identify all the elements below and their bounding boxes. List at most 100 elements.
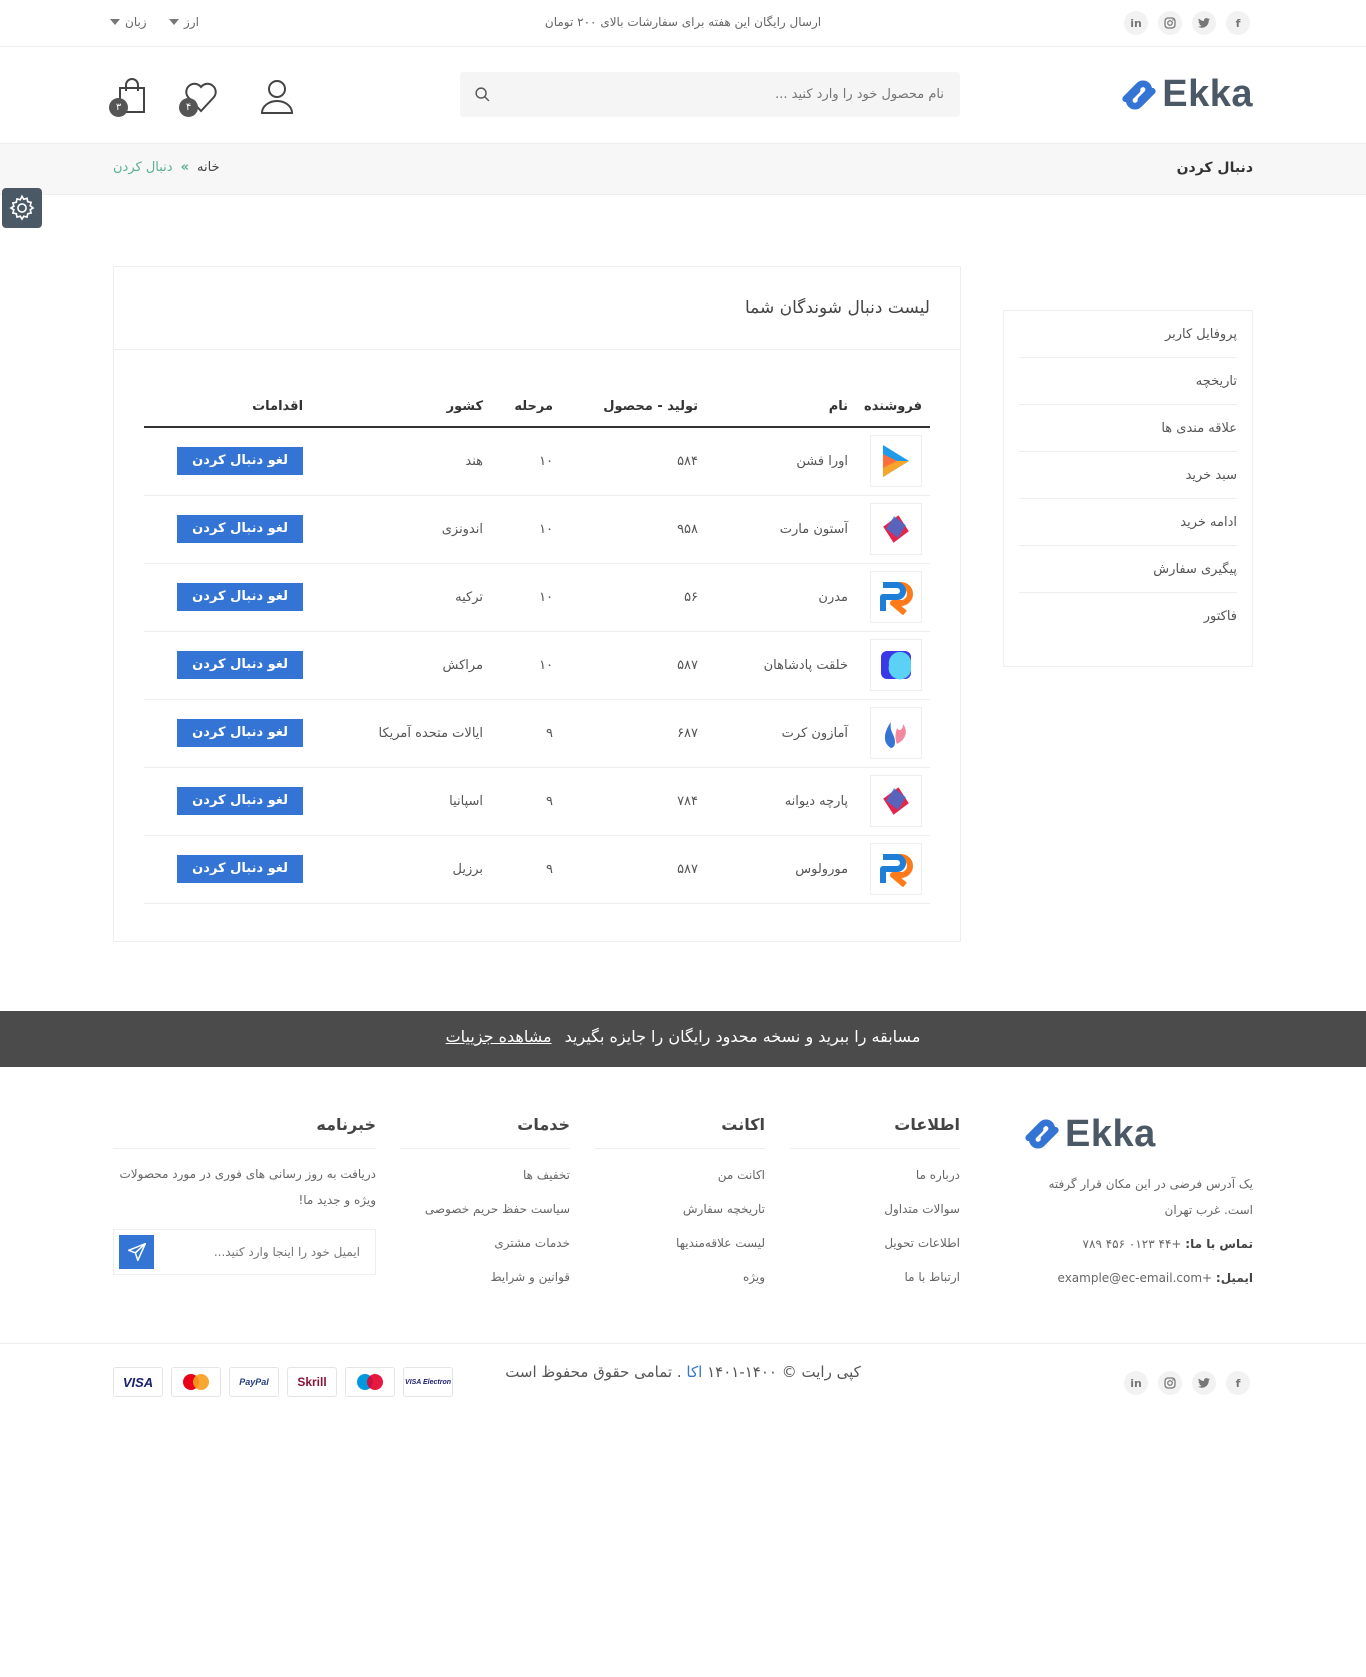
footer-link-terms[interactable]: قوانین و شرایط — [400, 1260, 570, 1294]
top-bar: f in ارسال رایگان این هفته برای سفارشات … — [0, 0, 1366, 47]
vendor-products: ۵۸۷ — [561, 631, 707, 700]
banner-text-wrap: مسابقه را ببرید و نسخه محدود رایگان را ج… — [0, 1027, 1366, 1046]
footer-social-links: f in — [1124, 1371, 1250, 1395]
footer-email: ایمیل: +example@ec-email.com — [1023, 1265, 1253, 1291]
phone-label: تماس با ما: — [1185, 1237, 1253, 1251]
vendor-play-logo-icon[interactable] — [870, 435, 922, 488]
footer-address: یک آدرس فرضی در این مکان قرار گرفته است.… — [1048, 1177, 1253, 1217]
sidebar-item-checkout[interactable]: ادامه خرید — [1019, 499, 1237, 546]
sidebar-item-wishlist[interactable]: علاقه مندی ها — [1019, 405, 1237, 452]
table-row: مدرن ۵۶ ۱۰ ترکیه لغو دنبال کردن — [144, 563, 930, 632]
vendor-logo-cell — [856, 835, 930, 904]
footer-link-faq[interactable]: سوالات متداول — [790, 1192, 960, 1226]
footer-link-contact[interactable]: ارتباط با ما — [790, 1260, 960, 1294]
phone-value: +۴۴ ۰۱۲۳ ۴۵۶ ۷۸۹ — [1082, 1237, 1182, 1251]
banner-details-link[interactable]: مشاهده جزییات — [446, 1027, 552, 1046]
copyright-brand-link[interactable]: اکا — [686, 1363, 702, 1381]
footer-services-title: خدمات — [400, 1115, 570, 1149]
vendor-country: برزیل — [311, 835, 492, 904]
cart-bag-icon[interactable]: ۳ — [109, 75, 152, 117]
vendor-logo-cell — [856, 563, 930, 632]
newsletter-email-input[interactable] — [160, 1230, 360, 1274]
search-bar — [460, 72, 960, 117]
vendor-actions: لغو دنبال کردن — [144, 427, 312, 496]
footer-link-my-account[interactable]: اکانت من — [595, 1158, 765, 1192]
footer-link-discounts[interactable]: تخفیف ها — [400, 1158, 570, 1192]
vendor-name[interactable]: پارچه دیوانه — [706, 767, 857, 836]
vendor-name[interactable]: آمازون کرت — [706, 699, 857, 768]
user-account-icon[interactable] — [256, 75, 298, 117]
footer-info-title: اطلاعات — [790, 1115, 960, 1149]
footer-link-delivery[interactable]: اطلاعات تحویل — [790, 1226, 960, 1260]
col-vendor: فروشنده — [856, 387, 930, 428]
unfollow-button[interactable]: لغو دنبال کردن — [177, 787, 304, 815]
breadcrumb: خانه » دنبال کردن — [113, 160, 220, 175]
vendor-flame-logo-icon[interactable] — [870, 707, 922, 759]
sidebar-item-profile[interactable]: پروفایل کاربر — [1019, 311, 1237, 358]
currency-label: ارز — [184, 15, 199, 29]
vendor-actions: لغو دنبال کردن — [144, 563, 312, 632]
footer-logo[interactable]: Ekka — [1023, 1115, 1253, 1153]
settings-gear-icon[interactable] — [2, 188, 42, 228]
language-select[interactable]: زبان — [110, 15, 147, 29]
wishlist-heart-icon[interactable]: ۴ — [179, 75, 222, 117]
send-paper-plane-icon[interactable] — [119, 1235, 154, 1269]
facebook-icon[interactable]: f — [1226, 1371, 1250, 1395]
vendor-products: ۵۸۴ — [561, 427, 707, 496]
vendor-level: ۱۰ — [491, 495, 562, 564]
visa-icon: VISA — [113, 1367, 163, 1397]
vendor-diamond-logo-icon[interactable] — [870, 775, 922, 827]
vendor-name[interactable]: آستون مارت — [706, 495, 857, 564]
unfollow-button[interactable]: لغو دنبال کردن — [177, 855, 304, 883]
sidebar-item-cart[interactable]: سبد خرید — [1019, 452, 1237, 499]
vendor-logo-cell — [856, 699, 930, 768]
vendor-r-logo-icon[interactable] — [870, 843, 922, 895]
footer-link-customer-service[interactable]: خدمات مشتری — [400, 1226, 570, 1260]
unfollow-button[interactable]: لغو دنبال کردن — [177, 447, 304, 476]
vendor-name[interactable]: مدرن — [706, 563, 857, 632]
vendor-actions: لغو دنبال کردن — [144, 767, 312, 836]
footer-link-wishlist[interactable]: لیست علاقه‌مندیها — [595, 1226, 765, 1260]
vendor-level: ۱۰ — [491, 427, 562, 496]
footer-newsletter-title: خبرنامه — [113, 1115, 376, 1149]
vendor-name[interactable]: خلقت پادشاهان — [706, 631, 857, 700]
sidebar-item-invoice[interactable]: فاکتور — [1019, 593, 1237, 640]
vendor-blob-logo-icon[interactable] — [870, 639, 922, 691]
sidebar-item-track-order[interactable]: پیگیری سفارش — [1019, 546, 1237, 593]
footer-link-order-history[interactable]: تاریخچه سفارش — [595, 1192, 765, 1226]
col-name: نام — [706, 387, 857, 428]
footer-link-about[interactable]: درباره ما — [790, 1158, 960, 1192]
vendor-diamond-logo-icon[interactable] — [870, 503, 922, 555]
unfollow-button[interactable]: لغو دنبال کردن — [177, 651, 304, 679]
vendor-actions: لغو دنبال کردن — [144, 631, 312, 700]
site-logo[interactable]: Ekka — [1120, 73, 1253, 116]
search-icon[interactable] — [474, 86, 491, 103]
vendor-actions: لغو دنبال کردن — [144, 495, 312, 564]
cart-count-badge: ۳ — [109, 98, 128, 117]
sidebar-item-history[interactable]: تاریخچه — [1019, 358, 1237, 405]
breadcrumb-separator: » — [180, 160, 189, 175]
breadcrumb-home-link[interactable]: خانه — [197, 160, 220, 175]
unfollow-button[interactable]: لغو دنبال کردن — [177, 515, 304, 543]
language-label: زبان — [125, 15, 147, 29]
instagram-icon[interactable] — [1158, 1371, 1182, 1395]
table-header-row: فروشنده نام تولید - محصول مرحله کشور اقد… — [144, 387, 930, 428]
unfollow-button[interactable]: لغو دنبال کردن — [177, 719, 304, 747]
twitter-icon[interactable] — [1192, 1371, 1216, 1395]
col-country: کشور — [311, 387, 492, 428]
col-level: مرحله — [491, 387, 562, 428]
vendor-r-logo-icon[interactable] — [870, 571, 922, 623]
search-input[interactable] — [524, 72, 944, 117]
footer-link-special[interactable]: ویژه — [595, 1260, 765, 1294]
unfollow-button[interactable]: لغو دنبال کردن — [177, 583, 304, 611]
table-row: مورولوس ۵۸۷ ۹ برزیل لغو دنبال کردن — [144, 835, 930, 904]
footer-link-privacy[interactable]: سیاست حفظ حریم خصوصی — [400, 1192, 570, 1226]
logo-mark-icon — [1023, 1115, 1061, 1153]
vendor-name[interactable]: مورولوس — [706, 835, 857, 904]
vendor-name[interactable]: اورا فشن — [706, 427, 857, 496]
currency-select[interactable]: ارز — [169, 15, 199, 29]
vendor-country: اسپانیا — [311, 767, 492, 836]
vendor-country: مراکش — [311, 631, 492, 700]
vendor-actions: لغو دنبال کردن — [144, 835, 312, 904]
linkedin-icon[interactable]: in — [1124, 1371, 1148, 1395]
